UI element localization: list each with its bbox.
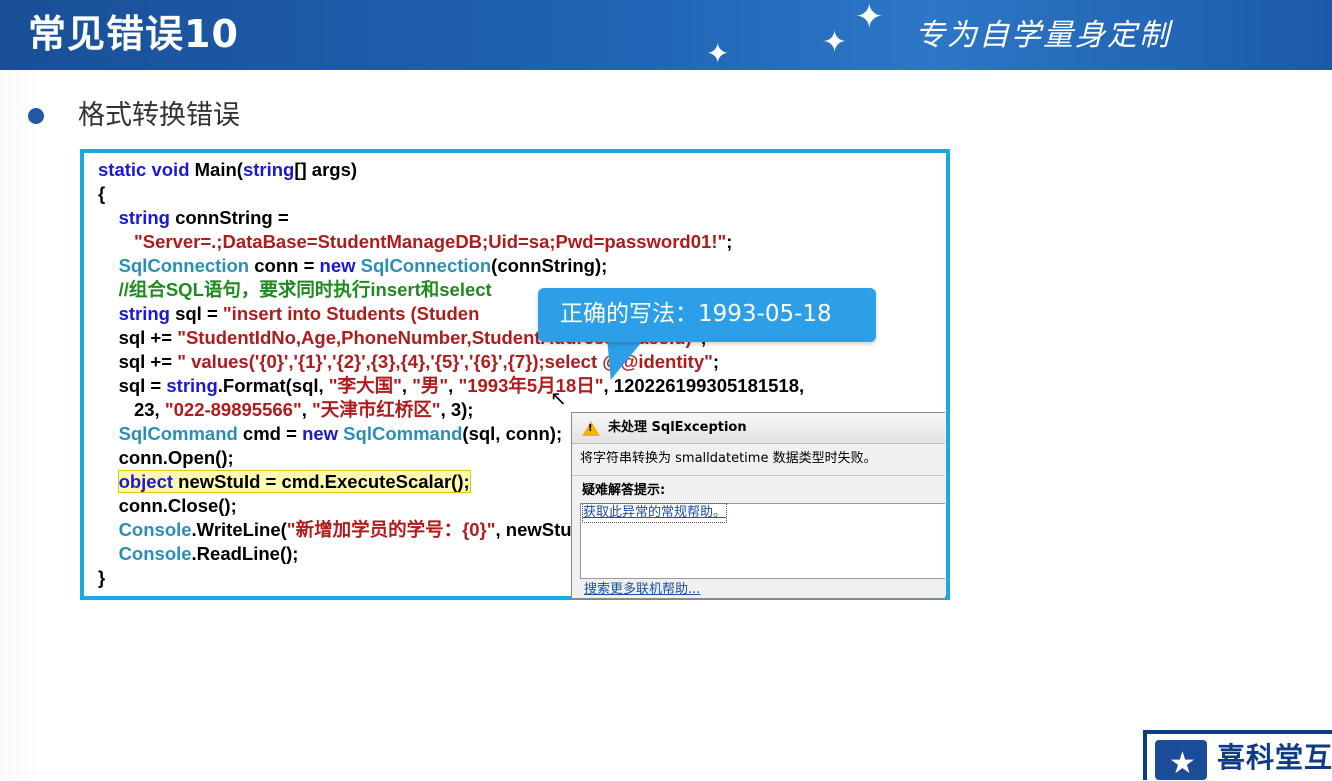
code-token: SqlCommand bbox=[118, 423, 238, 444]
divider bbox=[572, 475, 945, 476]
code-token: , bbox=[401, 375, 413, 396]
mouse-cursor-icon: ↖ bbox=[550, 386, 567, 410]
code-token: , 120226199305181518, bbox=[603, 375, 805, 396]
bullet-dot-icon bbox=[28, 108, 44, 124]
code-token: "Server=.;DataBase=StudentManageDB;Uid=s… bbox=[133, 231, 727, 252]
code-token: object bbox=[118, 471, 174, 492]
troubleshooting-tips-box: 获取此异常的常规帮助。 bbox=[580, 503, 945, 579]
slide-title: 常见错误10 bbox=[28, 12, 239, 56]
code-token: cmd = bbox=[237, 423, 303, 444]
header-tagline: 专为自学量身定制 bbox=[915, 18, 1171, 53]
exception-title-bar: ! 未处理 SqlException bbox=[572, 413, 945, 444]
code-token: string bbox=[118, 303, 170, 324]
code-token: (sql, conn); bbox=[462, 423, 563, 444]
code-token: sql += bbox=[118, 327, 178, 348]
code-token: conn = bbox=[249, 255, 320, 276]
code-token: ; bbox=[726, 231, 733, 252]
code-token: 23, bbox=[133, 399, 165, 420]
logo-emblem: ★ bbox=[1155, 740, 1207, 780]
logo-star-icon: ★ bbox=[1169, 746, 1196, 781]
slide-left-margin bbox=[0, 70, 40, 780]
highlighted-error-line: object newStuId = cmd.ExecuteScalar(); bbox=[117, 470, 471, 493]
code-token: sql = bbox=[118, 375, 167, 396]
code-token: conn.Open(); bbox=[118, 447, 234, 468]
warning-mark-icon: ! bbox=[588, 423, 593, 434]
code-token: , bbox=[301, 399, 313, 420]
code-token: static void bbox=[98, 159, 190, 180]
callout-text: 正确的写法：1993-05-18 bbox=[560, 301, 832, 327]
sparkle-star-icon: ✦ bbox=[855, 0, 884, 37]
code-token: "李大国" bbox=[328, 375, 402, 396]
logo-text: 喜科堂互 bbox=[1217, 741, 1332, 774]
code-token: , 3); bbox=[440, 399, 474, 420]
code-token: newStuId = cmd.ExecuteScalar(); bbox=[173, 471, 470, 492]
code-token: "022-89895566" bbox=[164, 399, 302, 420]
sparkle-star-icon: ✦ bbox=[706, 37, 730, 70]
code-token: { bbox=[98, 183, 106, 204]
code-token: "insert into Students (Studen bbox=[222, 303, 480, 324]
code-token: .WriteLine( bbox=[191, 519, 287, 540]
code-comment: //组合SQL语句，要求同时执行insert和select bbox=[118, 279, 492, 300]
exception-title: 未处理 SqlException bbox=[608, 420, 747, 435]
code-token: } bbox=[98, 567, 106, 588]
code-token: (connString); bbox=[491, 255, 608, 276]
code-token: sql = bbox=[169, 303, 223, 324]
sparkle-star-icon: ✦ bbox=[822, 25, 848, 60]
code-token: connString = bbox=[169, 207, 289, 228]
code-token: new bbox=[319, 255, 356, 276]
correct-format-callout: 正确的写法：1993-05-18 bbox=[538, 288, 876, 342]
code-token: sql += bbox=[118, 351, 178, 372]
troubleshooting-label: 疑难解答提示: bbox=[582, 483, 666, 498]
code-token: Console bbox=[118, 543, 192, 564]
header-bar: 常见错误10 ✦ ✦ ✦ 专为自学量身定制 bbox=[0, 0, 1332, 70]
code-token: ; bbox=[712, 351, 720, 372]
brand-logo: ★ 喜科堂互 bbox=[1143, 730, 1332, 780]
code-token: Main( bbox=[189, 159, 243, 180]
bullet-text: 格式转换错误 bbox=[78, 100, 240, 131]
code-token: , bbox=[448, 375, 459, 396]
logo-background: ★ 喜科堂互 bbox=[1147, 734, 1332, 780]
search-online-help-link[interactable]: 搜索更多联机帮助... bbox=[584, 581, 700, 598]
date-string-literal: "1993年5月18日" bbox=[458, 375, 604, 396]
exception-assistant-popup: ! 未处理 SqlException 将字符串转换为 smalldatetime… bbox=[571, 412, 945, 599]
general-help-link[interactable]: 获取此异常的常规帮助。 bbox=[581, 503, 728, 523]
code-token: conn.Close(); bbox=[118, 495, 237, 516]
code-token: string bbox=[166, 375, 218, 396]
code-token: [] args) bbox=[294, 159, 358, 180]
code-token: .ReadLine(); bbox=[191, 543, 299, 564]
code-token: SqlConnection bbox=[355, 255, 492, 276]
exception-message: 将字符串转换为 smalldatetime 数据类型时失败。 bbox=[580, 451, 877, 466]
code-token: Console bbox=[118, 519, 192, 540]
code-token: "天津市红桥区" bbox=[312, 399, 441, 420]
code-token: "男" bbox=[412, 375, 449, 396]
code-token: new bbox=[302, 423, 339, 444]
code-token: "新增加学员的学号：{0}" bbox=[286, 519, 496, 540]
code-token: .Format(sql, bbox=[217, 375, 329, 396]
code-token: SqlCommand bbox=[338, 423, 463, 444]
code-token: string bbox=[242, 159, 295, 180]
code-token: string bbox=[118, 207, 170, 228]
code-token: SqlConnection bbox=[118, 255, 250, 276]
